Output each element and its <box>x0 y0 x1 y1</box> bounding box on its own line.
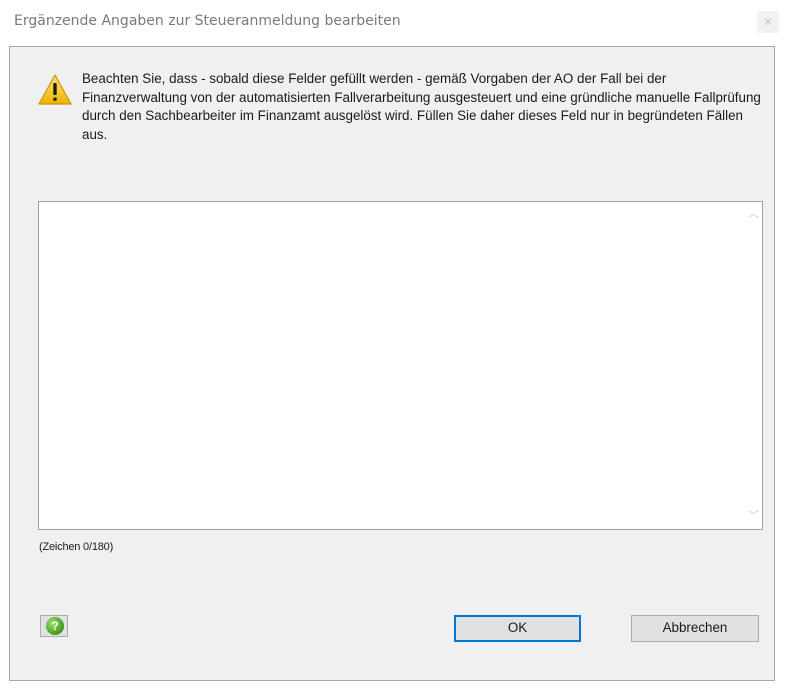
warning-triangle-icon <box>38 74 72 105</box>
close-icon: ✕ <box>762 15 774 29</box>
help-button[interactable]: ? <box>40 615 68 637</box>
dialog-window: Ergänzende Angaben zur Steueranmeldung b… <box>0 0 787 692</box>
help-icon: ? <box>46 617 64 635</box>
title-bar[interactable]: Ergänzende Angaben zur Steueranmeldung b… <box>0 0 787 46</box>
additional-info-textarea[interactable]: ︿ ﹀ <box>38 201 763 530</box>
vertical-scrollbar[interactable]: ︿ ﹀ <box>745 202 762 529</box>
cancel-button[interactable]: Abbrechen <box>631 615 759 642</box>
scroll-down-icon[interactable]: ﹀ <box>745 508 762 525</box>
dialog-title: Ergänzende Angaben zur Steueranmeldung b… <box>14 13 401 29</box>
close-button[interactable]: ✕ <box>757 11 779 33</box>
dialog-client-area: Beachten Sie, dass - sobald diese Felder… <box>9 46 775 681</box>
ok-button[interactable]: OK <box>454 615 581 642</box>
scroll-up-icon[interactable]: ︿ <box>745 206 762 223</box>
character-counter: (Zeichen 0/180) <box>39 541 114 553</box>
warning-message: Beachten Sie, dass - sobald diese Felder… <box>82 71 761 142</box>
